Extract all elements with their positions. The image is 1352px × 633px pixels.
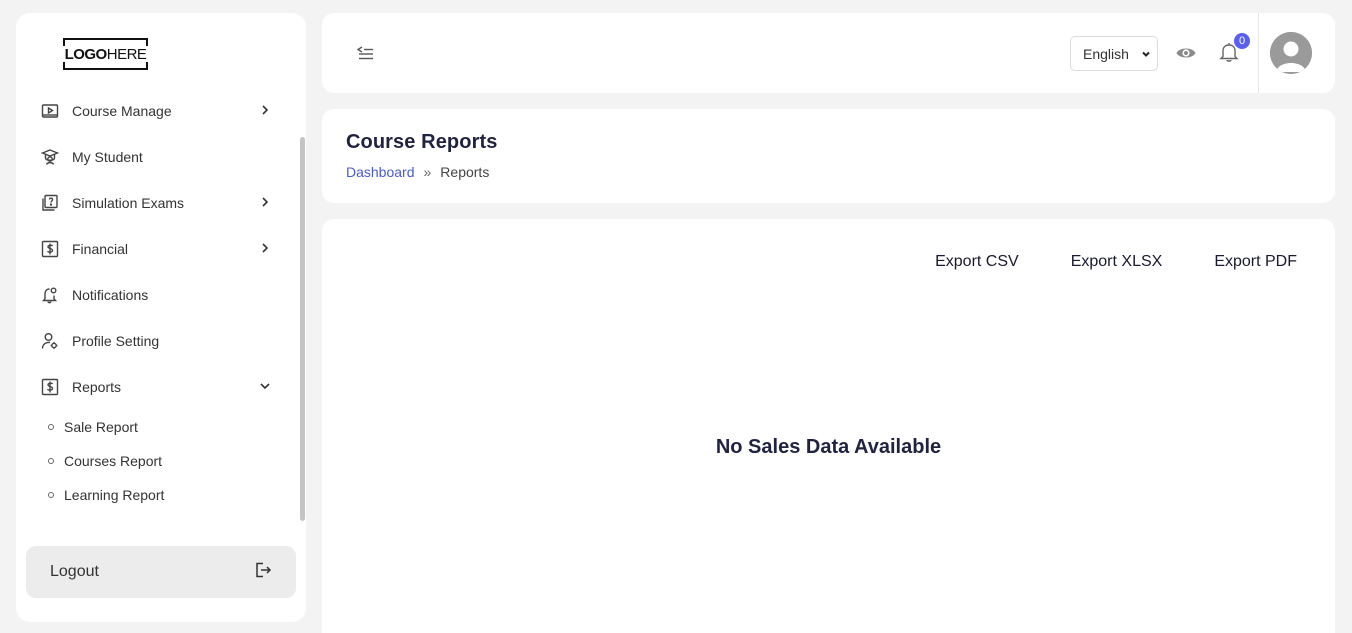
dollar-box-icon <box>40 377 60 397</box>
graduation-icon <box>40 147 60 167</box>
sidebar-item-reports[interactable]: Reports <box>16 364 298 410</box>
sidebar-item-label: Course Manage <box>72 103 172 119</box>
submenu-item-label: Learning Report <box>64 487 165 503</box>
chevron-right-icon <box>258 241 272 255</box>
report-content-card: Export CSV Export XLSX Export PDF No Sal… <box>322 219 1335 633</box>
sidebar: LOGOHERE Course Manage My Student Simula… <box>16 13 306 622</box>
user-gear-icon <box>40 331 60 351</box>
chevron-down-icon <box>1142 51 1150 57</box>
page-title: Course Reports <box>346 131 498 153</box>
export-pdf-button[interactable]: Export PDF <box>1214 253 1297 271</box>
page-title-card: Course Reports Dashboard » Reports <box>322 109 1335 203</box>
bullet-icon <box>48 424 54 430</box>
sidebar-item-simulation-exams[interactable]: Simulation Exams <box>16 180 298 226</box>
chevron-right-icon <box>258 103 272 117</box>
sidebar-item-label: Notifications <box>72 287 149 303</box>
empty-state-message: No Sales Data Available <box>715 436 942 458</box>
breadcrumb: Dashboard » Reports <box>346 164 1311 180</box>
chevron-down-icon <box>258 379 272 393</box>
logout-icon <box>254 561 272 584</box>
chevron-right-icon <box>258 195 272 209</box>
sidebar-item-my-student[interactable]: My Student <box>16 134 298 180</box>
menu-collapse-icon <box>356 46 373 60</box>
bullet-icon <box>48 458 54 464</box>
logout-label: Logout <box>50 563 99 580</box>
exam-icon <box>40 193 60 213</box>
user-avatar-icon <box>1270 32 1312 74</box>
bullet-icon <box>48 492 54 498</box>
logo[interactable]: LOGOHERE <box>63 38 148 70</box>
submenu-item-courses-report[interactable]: Courses Report <box>48 444 298 478</box>
export-toolbar: Export CSV Export XLSX Export PDF <box>935 253 1297 271</box>
bell-icon <box>40 285 60 305</box>
avatar[interactable] <box>1270 32 1312 74</box>
submenu-item-label: Courses Report <box>64 453 163 469</box>
language-select-value: English <box>1083 45 1129 62</box>
notification-count-badge: 0 <box>1234 33 1250 49</box>
sidebar-item-label: Reports <box>72 379 122 395</box>
sidebar-item-financial[interactable]: Financial <box>16 226 298 272</box>
sidebar-scrollbar[interactable] <box>300 137 305 521</box>
sidebar-toggle-button[interactable] <box>356 43 378 63</box>
play-box-icon <box>40 101 60 121</box>
sidebar-item-notifications[interactable]: Notifications <box>16 272 298 318</box>
breadcrumb-link-dashboard[interactable]: Dashboard <box>346 164 415 180</box>
sidebar-item-label: Simulation Exams <box>72 195 185 211</box>
submenu-item-learning-report[interactable]: Learning Report <box>48 478 298 512</box>
top-header: English 0 <box>322 13 1335 93</box>
breadcrumb-current: Reports <box>440 164 490 180</box>
preview-button[interactable] <box>1175 43 1197 63</box>
sidebar-menu: Course Manage My Student Simulation Exam… <box>16 88 298 512</box>
language-select[interactable]: English <box>1070 36 1158 71</box>
sidebar-item-label: Financial <box>72 241 129 257</box>
header-divider <box>1258 13 1259 93</box>
eye-icon <box>1176 48 1196 58</box>
reports-submenu: Sale Report Courses Report Learning Repo… <box>16 410 298 512</box>
logo-text: LOGOHERE <box>64 45 147 63</box>
sidebar-item-label: Profile Setting <box>72 333 160 349</box>
submenu-item-label: Sale Report <box>64 419 138 435</box>
sidebar-item-course-manage[interactable]: Course Manage <box>16 88 298 134</box>
export-csv-button[interactable]: Export CSV <box>935 253 1019 271</box>
sidebar-item-profile-setting[interactable]: Profile Setting <box>16 318 298 364</box>
logout-button[interactable]: Logout <box>26 546 296 598</box>
export-xlsx-button[interactable]: Export XLSX <box>1071 253 1163 271</box>
sidebar-item-label: My Student <box>72 149 143 165</box>
submenu-item-sale-report[interactable]: Sale Report <box>48 410 298 444</box>
dollar-box-icon <box>40 239 60 259</box>
breadcrumb-separator: » <box>423 164 432 180</box>
